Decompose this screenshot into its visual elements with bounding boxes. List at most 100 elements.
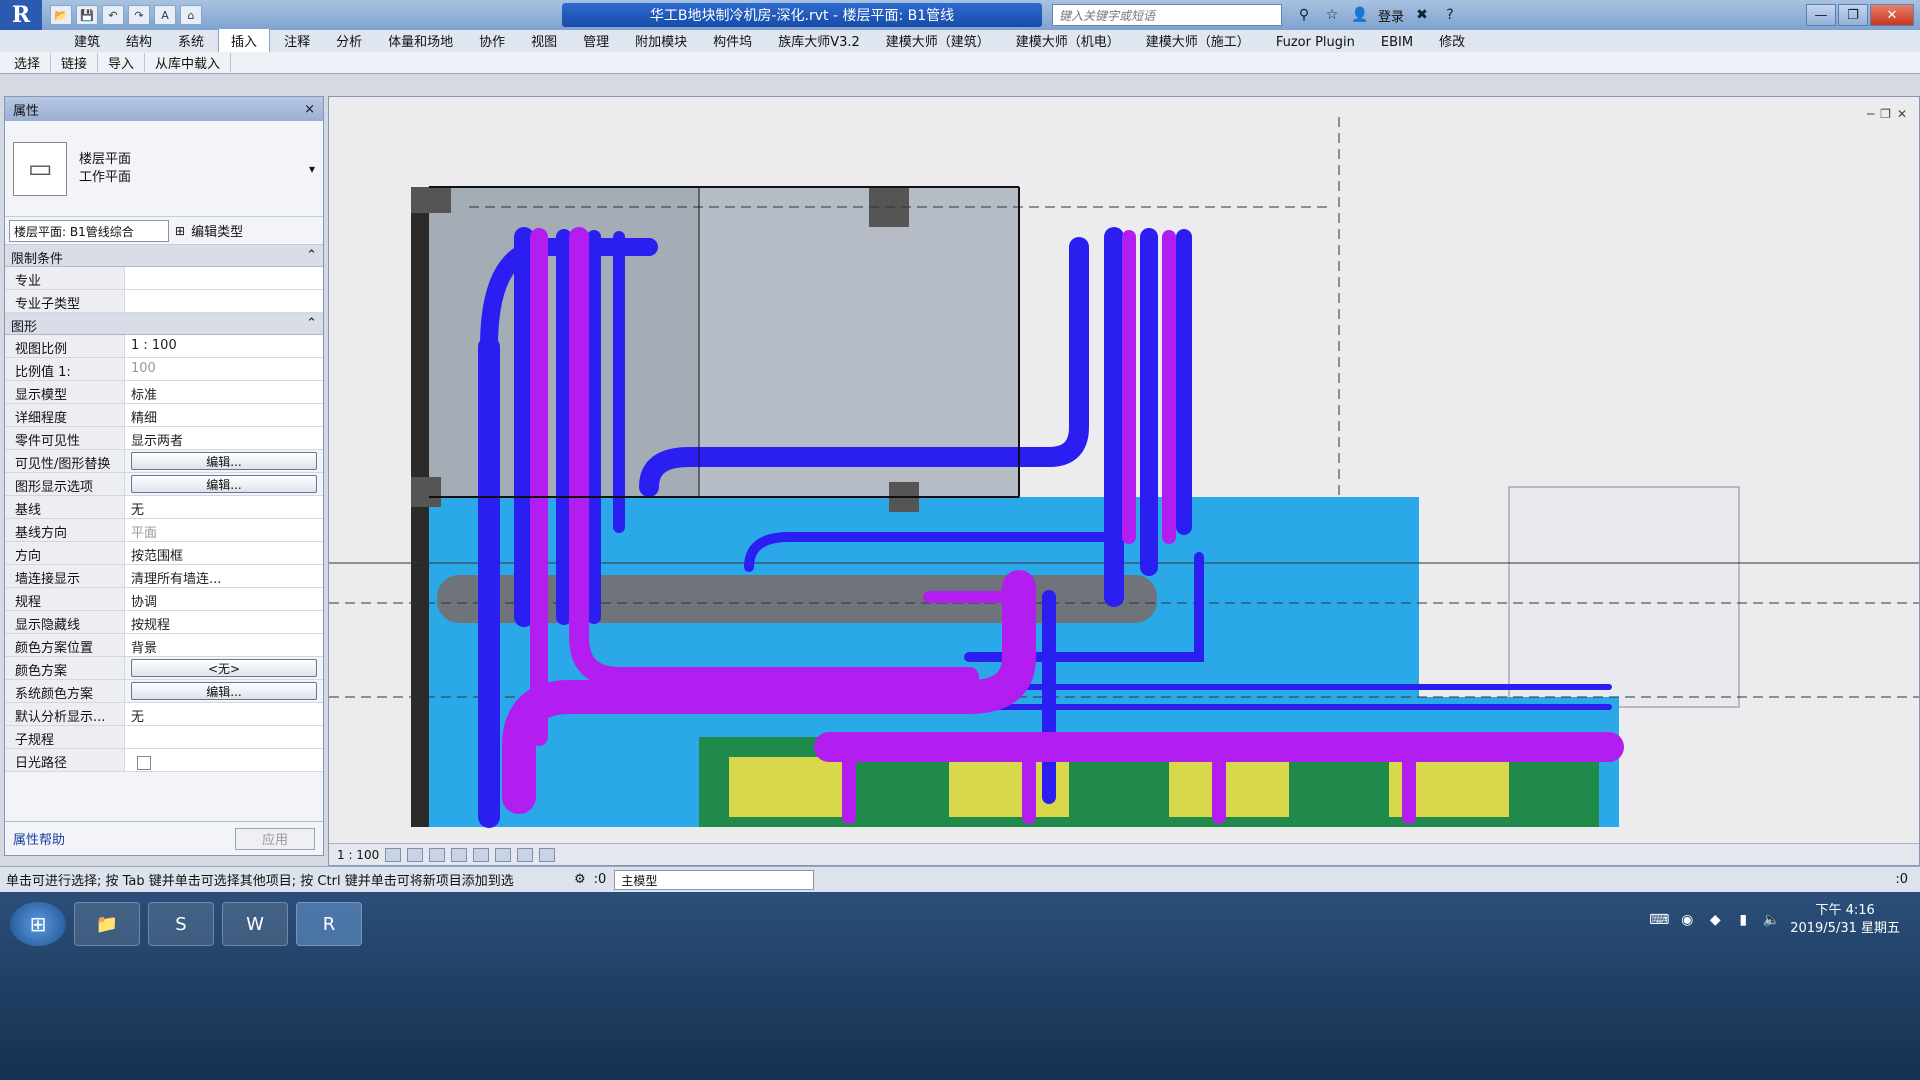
login-link[interactable]: 登录 bbox=[1378, 6, 1404, 25]
star-icon[interactable]: ☆ bbox=[1322, 5, 1342, 25]
system-color-edit-button[interactable]: 编辑... bbox=[131, 682, 317, 700]
close-icon[interactable]: × bbox=[304, 102, 315, 117]
property-value[interactable]: 按规程 bbox=[125, 611, 323, 633]
section-constraints[interactable]: 限制条件 ⌃ bbox=[5, 245, 323, 267]
properties-help-link[interactable]: 属性帮助 bbox=[13, 829, 65, 848]
filter-count[interactable]: :0 bbox=[1895, 872, 1908, 887]
collapse-icon[interactable]: ⌃ bbox=[306, 248, 317, 263]
edit-type-button[interactable]: 编辑类型 bbox=[191, 221, 243, 240]
tab-collaborate[interactable]: 协作 bbox=[467, 29, 517, 52]
clock[interactable]: 下午 4:16 2019/5/31 星期五 bbox=[1790, 902, 1900, 938]
restore-view-icon[interactable]: ❐ bbox=[1880, 107, 1891, 121]
property-value[interactable]: 清理所有墙连... bbox=[125, 565, 323, 587]
minimize-button[interactable]: — bbox=[1806, 4, 1836, 26]
keyboard-icon[interactable]: ⌨ bbox=[1649, 911, 1669, 929]
reveal-hidden-icon[interactable] bbox=[539, 847, 556, 862]
temporary-hide-icon[interactable] bbox=[517, 847, 534, 862]
view-scale[interactable]: 1 : 100 bbox=[337, 848, 379, 862]
shadows-icon[interactable] bbox=[451, 847, 468, 862]
tab-insert[interactable]: 插入 bbox=[218, 28, 271, 52]
sun-path-checkbox[interactable] bbox=[137, 756, 151, 770]
panel-import[interactable]: 导入 bbox=[98, 53, 146, 72]
color-scheme-button[interactable]: <无> bbox=[131, 659, 317, 677]
section-graphics[interactable]: 图形 ⌃ bbox=[5, 313, 323, 335]
property-value[interactable]: 协调 bbox=[125, 588, 323, 610]
type-selector[interactable]: ▭ 楼层平面 工作平面 ▾ bbox=[5, 121, 323, 217]
worksets-icon[interactable]: ⚙ bbox=[574, 872, 586, 887]
instance-dropdown[interactable]: 楼层平面: B1管线综合 bbox=[9, 219, 169, 242]
tab-ebim[interactable]: EBIM bbox=[1369, 33, 1425, 52]
text-icon[interactable]: A bbox=[154, 5, 176, 25]
tab-modeling-arch[interactable]: 建模大师（建筑） bbox=[874, 29, 1002, 52]
volume-icon[interactable]: 🔈 bbox=[1762, 911, 1780, 929]
panel-load-from-library[interactable]: 从库中载入 bbox=[145, 53, 232, 72]
visual-style-icon[interactable] bbox=[407, 847, 424, 862]
tab-addins[interactable]: 附加模块 bbox=[623, 29, 699, 52]
tab-annotate[interactable]: 注释 bbox=[272, 29, 322, 52]
restore-button[interactable]: ❐ bbox=[1838, 4, 1868, 26]
property-value[interactable]: 无 bbox=[125, 703, 323, 725]
drawing-area[interactable]: ─ ❐ ✕ 1 : 100 bbox=[328, 96, 1920, 866]
property-value[interactable]: 精细 bbox=[125, 404, 323, 426]
property-value[interactable]: 显示两者 bbox=[125, 427, 323, 449]
property-value[interactable]: 按范围框 bbox=[125, 542, 323, 564]
property-value[interactable]: 背景 bbox=[125, 634, 323, 656]
sun-path-icon[interactable] bbox=[429, 847, 446, 862]
crop-view-icon[interactable] bbox=[473, 847, 490, 862]
start-button[interactable]: ⊞ bbox=[10, 902, 66, 946]
tab-modify[interactable]: 修改 bbox=[1427, 29, 1477, 52]
revit-logo-icon[interactable]: R bbox=[0, 0, 42, 30]
tab-structure[interactable]: 结构 bbox=[114, 29, 164, 52]
column bbox=[411, 187, 451, 213]
open-icon[interactable]: 📂 bbox=[50, 5, 72, 25]
property-value[interactable]: 1 : 100 bbox=[125, 335, 323, 357]
property-key: 基线方向 bbox=[5, 519, 125, 541]
tab-modeling-construction[interactable]: 建模大师（施工） bbox=[1134, 29, 1262, 52]
minimize-view-icon[interactable]: ─ bbox=[1867, 107, 1874, 121]
wps-icon[interactable]: W bbox=[222, 902, 288, 946]
panel-select[interactable]: 选择 bbox=[4, 53, 52, 72]
close-button[interactable]: ✕ bbox=[1870, 4, 1914, 26]
property-value[interactable]: 无 bbox=[125, 496, 323, 518]
close-view-icon[interactable]: ✕ bbox=[1897, 107, 1907, 121]
redo-icon[interactable]: ↷ bbox=[128, 5, 150, 25]
tab-systems[interactable]: 系统 bbox=[166, 29, 216, 52]
collapse-icon[interactable]: ⌃ bbox=[306, 316, 317, 331]
apply-button[interactable]: 应用 bbox=[235, 827, 315, 850]
tab-family-library[interactable]: 族库大师V3.2 bbox=[766, 29, 872, 52]
search-input[interactable]: 键入关键字或短语 bbox=[1052, 4, 1282, 26]
edit-type-icon[interactable]: ⊞ bbox=[175, 224, 185, 238]
tab-view[interactable]: 视图 bbox=[519, 29, 569, 52]
show-crop-icon[interactable] bbox=[495, 847, 512, 862]
undo-icon[interactable]: ↶ bbox=[102, 5, 124, 25]
sogou-icon[interactable]: S bbox=[148, 902, 214, 946]
property-value[interactable] bbox=[125, 726, 323, 748]
detail-level-icon[interactable] bbox=[385, 847, 402, 862]
tab-modeling-mep[interactable]: 建模大师（机电） bbox=[1004, 29, 1132, 52]
property-value[interactable] bbox=[125, 267, 323, 289]
tab-fuzor[interactable]: Fuzor Plugin bbox=[1264, 33, 1367, 52]
panel-link[interactable]: 链接 bbox=[51, 53, 99, 72]
vg-edit-button[interactable]: 编辑... bbox=[131, 452, 317, 470]
user-icon[interactable]: 👤 bbox=[1350, 5, 1370, 25]
tab-architecture[interactable]: 建筑 bbox=[62, 29, 112, 52]
save-icon[interactable]: 💾 bbox=[76, 5, 98, 25]
wechat-icon[interactable]: ◉ bbox=[1678, 911, 1696, 929]
property-value[interactable] bbox=[125, 290, 323, 312]
3d-view-icon[interactable]: ⌂ bbox=[180, 5, 202, 25]
app-icon[interactable]: ◆ bbox=[1706, 911, 1724, 929]
graphic-options-edit-button[interactable]: 编辑... bbox=[131, 475, 317, 493]
tab-massing-site[interactable]: 体量和场地 bbox=[376, 29, 465, 52]
help-icon[interactable]: ? bbox=[1440, 5, 1460, 25]
tab-component-dock[interactable]: 构件坞 bbox=[701, 29, 764, 52]
tab-manage[interactable]: 管理 bbox=[571, 29, 621, 52]
exchange-icon[interactable]: ✖ bbox=[1412, 5, 1432, 25]
chevron-down-icon[interactable]: ▾ bbox=[309, 162, 315, 176]
file-explorer-icon[interactable]: 📁 bbox=[74, 902, 140, 946]
revit-taskbar-icon[interactable]: R bbox=[296, 902, 362, 946]
design-option-selector[interactable]: 主模型 bbox=[614, 869, 815, 890]
network-icon[interactable]: ▮ bbox=[1734, 911, 1752, 929]
property-value[interactable]: 标准 bbox=[125, 381, 323, 403]
tab-analyze[interactable]: 分析 bbox=[324, 29, 374, 52]
binoculars-icon[interactable]: ⚲ bbox=[1294, 5, 1314, 25]
